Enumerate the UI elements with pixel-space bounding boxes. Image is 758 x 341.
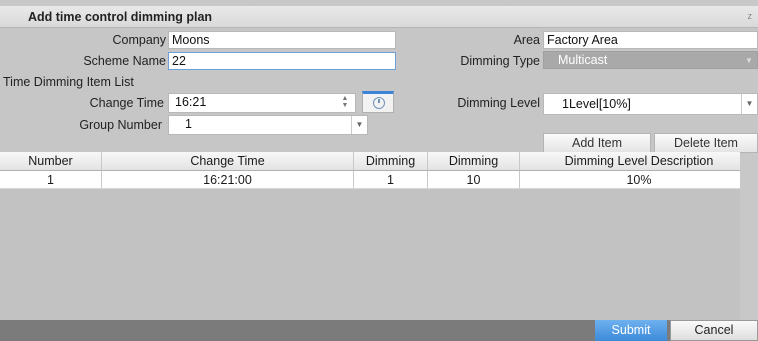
- submit-button[interactable]: Submit: [595, 320, 667, 341]
- table-row[interactable]: 1 16:21:00 1 10 10%: [0, 171, 740, 189]
- delete-item-button[interactable]: Delete Item: [654, 133, 758, 153]
- dimming-item-table: Number Change Time Dimming Dimming Dimmi…: [0, 152, 740, 320]
- area-field[interactable]: Factory Area: [543, 31, 758, 49]
- scheme-name-label: Scheme Name: [83, 54, 166, 68]
- chevron-down-icon: ▼: [351, 116, 367, 134]
- column-header-description[interactable]: Dimming Level Description: [520, 152, 758, 170]
- area-label: Area: [513, 33, 540, 47]
- add-item-button[interactable]: Add Item: [543, 133, 651, 153]
- spinner-arrows-icon[interactable]: ▲ ▼: [340, 95, 350, 110]
- dimming-type-value: Multicast: [558, 53, 608, 67]
- dialog: Add time control dimming plan z Company …: [0, 0, 758, 341]
- chevron-down-icon: ▼: [741, 94, 757, 114]
- column-header-dimming-level[interactable]: Dimming: [428, 152, 520, 170]
- column-header-number[interactable]: Number: [0, 152, 102, 170]
- section-label: Time Dimming Item List: [3, 75, 134, 89]
- dimming-level-label: Dimming Level: [457, 96, 540, 110]
- cell-description: 10%: [626, 173, 652, 187]
- group-number-label: Group Number: [79, 118, 162, 132]
- cell-dimming: 1: [354, 171, 428, 188]
- dimming-type-select[interactable]: Multicast ▼: [543, 51, 758, 69]
- column-header-change-time[interactable]: Change Time: [102, 152, 354, 170]
- dimming-type-label: Dimming Type: [460, 54, 540, 68]
- clock-icon: [373, 97, 385, 109]
- plan-form: Company Moons Area Factory Area Scheme N…: [0, 28, 758, 153]
- change-time-value: 16:21: [175, 95, 207, 109]
- dimming-level-select[interactable]: 1Level[10%] ▼: [543, 93, 758, 115]
- company-label: Company: [112, 33, 167, 47]
- dimming-level-value: 1Level[10%]: [562, 97, 631, 111]
- title-bar[interactable]: Add time control dimming plan z: [0, 6, 758, 28]
- group-number-value: 1: [185, 117, 192, 131]
- column-header-dimming[interactable]: Dimming: [354, 152, 428, 170]
- chevron-down-icon: ▼: [745, 56, 753, 65]
- dialog-footer: Submit Cancel: [0, 320, 758, 341]
- cancel-button[interactable]: Cancel: [670, 320, 758, 341]
- company-field[interactable]: Moons: [168, 31, 396, 49]
- change-time-input[interactable]: 16:21 ▲ ▼: [168, 93, 356, 113]
- change-time-label: Change Time: [89, 96, 164, 110]
- cell-number: 1: [0, 171, 102, 188]
- cell-dimming-level: 10: [428, 171, 520, 188]
- group-number-select[interactable]: 1 ▼: [168, 115, 368, 135]
- close-icon[interactable]: z: [748, 11, 753, 21]
- table-header: Number Change Time Dimming Dimming Dimmi…: [0, 152, 740, 171]
- scheme-name-input[interactable]: 22: [168, 52, 396, 70]
- time-picker-button[interactable]: [362, 91, 394, 113]
- cell-change-time: 16:21:00: [102, 171, 354, 188]
- dialog-title: Add time control dimming plan: [28, 10, 213, 24]
